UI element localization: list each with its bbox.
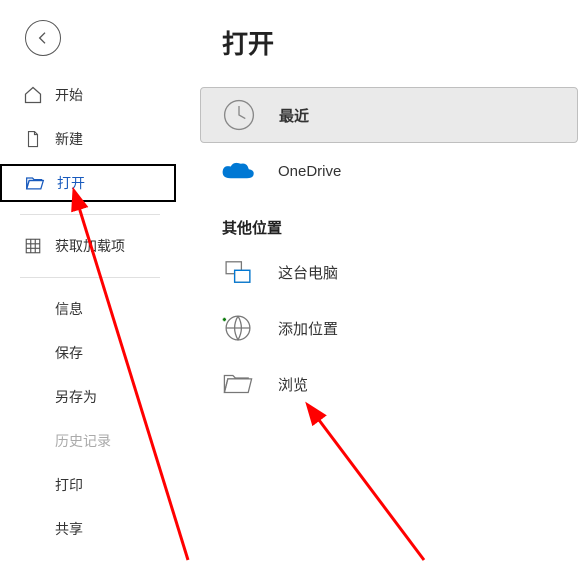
sidebar-item-info[interactable]: 信息 — [0, 290, 180, 328]
location-label: OneDrive — [278, 163, 341, 180]
sidebar-item-label: 信息 — [55, 299, 83, 319]
computer-icon — [218, 252, 258, 292]
sidebar: 开始 新建 打开 获取加载项 信息 保存 另存为 历史记录 打印 共享 — [0, 0, 180, 583]
location-label: 这台电脑 — [278, 262, 338, 283]
globe-plus-icon — [218, 308, 258, 348]
sidebar-item-label: 历史记录 — [55, 431, 111, 451]
sidebar-item-history[interactable]: 历史记录 — [0, 422, 180, 460]
sidebar-item-label: 打开 — [57, 173, 85, 193]
grid-icon — [23, 236, 43, 256]
sidebar-item-saveas[interactable]: 另存为 — [0, 378, 180, 416]
location-label: 浏览 — [278, 374, 308, 395]
sidebar-item-label: 打印 — [55, 475, 83, 495]
sidebar-item-label: 获取加载项 — [55, 236, 125, 256]
sidebar-item-new[interactable]: 新建 — [0, 120, 180, 158]
sidebar-item-label: 新建 — [55, 129, 83, 149]
folder-open-icon — [25, 173, 45, 193]
section-header-other: 其他位置 — [222, 217, 578, 238]
location-label: 添加位置 — [278, 318, 338, 339]
sidebar-item-home[interactable]: 开始 — [0, 76, 180, 114]
page-title: 打开 — [222, 24, 578, 61]
sidebar-item-open[interactable]: 打开 — [0, 164, 176, 202]
sidebar-item-label: 保存 — [55, 343, 83, 363]
sidebar-item-print[interactable]: 打印 — [0, 466, 180, 504]
main-panel: 打开 最近 OneDrive 其他位置 这台电脑 添加位置 浏览 — [200, 0, 588, 583]
home-icon — [23, 85, 43, 105]
back-button[interactable] — [25, 20, 61, 56]
arrow-left-icon — [35, 30, 51, 46]
clock-icon — [219, 95, 259, 135]
location-browse[interactable]: 浏览 — [200, 356, 578, 412]
document-icon — [23, 129, 43, 149]
location-onedrive[interactable]: OneDrive — [200, 143, 578, 199]
location-label: 最近 — [279, 105, 309, 126]
folder-icon — [218, 364, 258, 404]
sidebar-item-addins[interactable]: 获取加载项 — [0, 227, 180, 265]
sidebar-item-label: 共享 — [55, 519, 83, 539]
location-addplace[interactable]: 添加位置 — [200, 300, 578, 356]
divider — [20, 277, 160, 278]
sidebar-item-label: 另存为 — [55, 387, 97, 407]
location-recent[interactable]: 最近 — [200, 87, 578, 143]
divider — [20, 214, 160, 215]
location-thispc[interactable]: 这台电脑 — [200, 244, 578, 300]
onedrive-icon — [218, 151, 258, 191]
sidebar-item-share[interactable]: 共享 — [0, 510, 180, 548]
sidebar-item-label: 开始 — [55, 85, 83, 105]
sidebar-item-save[interactable]: 保存 — [0, 334, 180, 372]
